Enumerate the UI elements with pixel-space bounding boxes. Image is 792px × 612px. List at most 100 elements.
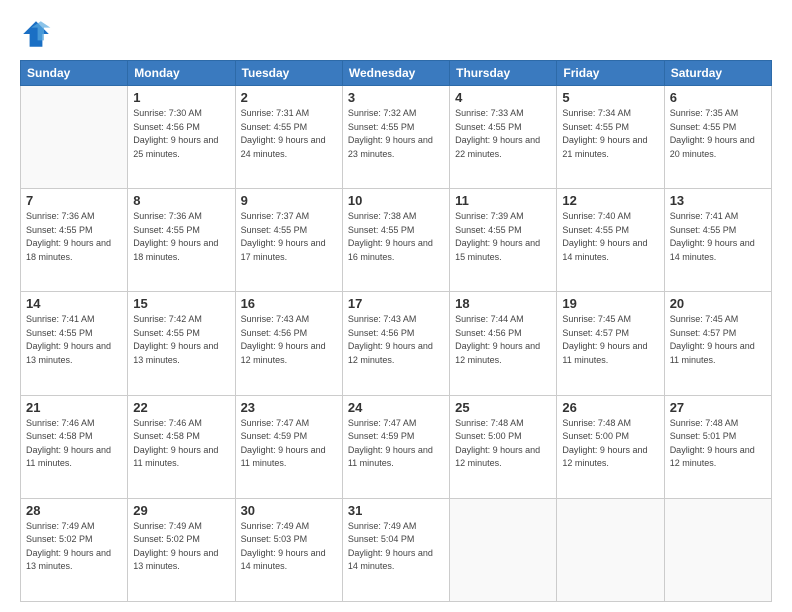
day-header-tuesday: Tuesday [235,61,342,86]
day-info: Sunrise: 7:44 AMSunset: 4:56 PMDaylight:… [455,313,551,367]
day-info: Sunrise: 7:48 AMSunset: 5:01 PMDaylight:… [670,417,766,471]
day-info: Sunrise: 7:36 AMSunset: 4:55 PMDaylight:… [26,210,122,264]
day-cell: 23Sunrise: 7:47 AMSunset: 4:59 PMDayligh… [235,395,342,498]
day-info: Sunrise: 7:41 AMSunset: 4:55 PMDaylight:… [26,313,122,367]
day-number: 7 [26,193,122,208]
logo [20,18,56,50]
day-cell: 14 Sunrise: 7:41 AMSunset: 4:55 PMDayligh… [21,292,128,395]
day-cell: 16 Sunrise: 7:43 AMSunset: 4:56 PMDayligh… [235,292,342,395]
week-row-2: 7 Sunrise: 7:36 AMSunset: 4:55 PMDaylight… [21,189,772,292]
day-info: Sunrise: 7:49 AMSunset: 5:03 PMDaylight:… [241,520,337,574]
header-row: SundayMondayTuesdayWednesdayThursdayFrid… [21,61,772,86]
week-row-1: 1 Sunrise: 7:30 AMSunset: 4:56 PMDaylight… [21,86,772,189]
day-info: Sunrise: 7:31 AMSunset: 4:55 PMDaylight:… [241,107,337,161]
day-number: 29 [133,503,229,518]
day-info: Sunrise: 7:32 AMSunset: 4:55 PMDaylight:… [348,107,444,161]
day-cell: 31 Sunrise: 7:49 AMSunset: 5:04 PMDayligh… [342,498,449,601]
day-number: 8 [133,193,229,208]
day-header-saturday: Saturday [664,61,771,86]
day-number: 20 [670,296,766,311]
day-header-wednesday: Wednesday [342,61,449,86]
day-cell: 3 Sunrise: 7:32 AMSunset: 4:55 PMDaylight… [342,86,449,189]
day-number: 31 [348,503,444,518]
day-info: Sunrise: 7:46 AMSunset: 4:58 PMDaylight:… [26,417,122,471]
day-number: 25 [455,400,551,415]
day-info: Sunrise: 7:37 AMSunset: 4:55 PMDaylight:… [241,210,337,264]
day-cell: 12 Sunrise: 7:40 AMSunset: 4:55 PMDayligh… [557,189,664,292]
day-info: Sunrise: 7:40 AMSunset: 4:55 PMDaylight:… [562,210,658,264]
day-number: 15 [133,296,229,311]
day-cell [664,498,771,601]
day-cell [450,498,557,601]
day-cell: 17Sunrise: 7:43 AMSunset: 4:56 PMDayligh… [342,292,449,395]
day-number: 10 [348,193,444,208]
day-number: 13 [670,193,766,208]
day-header-monday: Monday [128,61,235,86]
day-info: Sunrise: 7:45 AMSunset: 4:57 PMDaylight:… [562,313,658,367]
day-number: 26 [562,400,658,415]
day-number: 11 [455,193,551,208]
page: SundayMondayTuesdayWednesdayThursdayFrid… [0,0,792,612]
day-cell: 20 Sunrise: 7:45 AMSunset: 4:57 PMDayligh… [664,292,771,395]
day-info: Sunrise: 7:38 AMSunset: 4:55 PMDaylight:… [348,210,444,264]
day-number: 5 [562,90,658,105]
day-cell: 7 Sunrise: 7:36 AMSunset: 4:55 PMDaylight… [21,189,128,292]
day-number: 12 [562,193,658,208]
day-cell: 4Sunrise: 7:33 AMSunset: 4:55 PMDaylight… [450,86,557,189]
day-cell [21,86,128,189]
day-number: 1 [133,90,229,105]
day-number: 24 [348,400,444,415]
day-cell: 15 Sunrise: 7:42 AMSunset: 4:55 PMDayligh… [128,292,235,395]
day-cell: 11 Sunrise: 7:39 AMSunset: 4:55 PMDayligh… [450,189,557,292]
day-info: Sunrise: 7:30 AMSunset: 4:56 PMDaylight:… [133,107,229,161]
day-number: 30 [241,503,337,518]
day-info: Sunrise: 7:45 AMSunset: 4:57 PMDaylight:… [670,313,766,367]
week-row-5: 28 Sunrise: 7:49 AMSunset: 5:02 PMDayligh… [21,498,772,601]
day-info: Sunrise: 7:48 AMSunset: 5:00 PMDaylight:… [562,417,658,471]
week-row-4: 21Sunrise: 7:46 AMSunset: 4:58 PMDayligh… [21,395,772,498]
logo-icon [20,18,52,50]
day-cell: 26 Sunrise: 7:48 AMSunset: 5:00 PMDayligh… [557,395,664,498]
day-info: Sunrise: 7:39 AMSunset: 4:55 PMDaylight:… [455,210,551,264]
day-cell: 6 Sunrise: 7:35 AMSunset: 4:55 PMDaylight… [664,86,771,189]
day-cell: 27 Sunrise: 7:48 AMSunset: 5:01 PMDayligh… [664,395,771,498]
day-info: Sunrise: 7:35 AMSunset: 4:55 PMDaylight:… [670,107,766,161]
day-number: 14 [26,296,122,311]
day-number: 16 [241,296,337,311]
day-cell: 9 Sunrise: 7:37 AMSunset: 4:55 PMDaylight… [235,189,342,292]
day-cell: 29 Sunrise: 7:49 AMSunset: 5:02 PMDayligh… [128,498,235,601]
day-cell: 28Sunrise: 7:49 AMSunset: 5:02 PMDayligh… [21,498,128,601]
day-cell: 2 Sunrise: 7:31 AMSunset: 4:55 PMDaylight… [235,86,342,189]
day-info: Sunrise: 7:47 AMSunset: 4:59 PMDaylight:… [348,417,444,471]
day-info: Sunrise: 7:41 AMSunset: 4:55 PMDaylight:… [670,210,766,264]
day-info: Sunrise: 7:46 AMSunset: 4:58 PMDaylight:… [133,417,229,471]
day-number: 17 [348,296,444,311]
day-info: Sunrise: 7:43 AMSunset: 4:56 PMDaylight:… [241,313,337,367]
day-cell: 22 Sunrise: 7:46 AMSunset: 4:58 PMDayligh… [128,395,235,498]
day-cell: 1 Sunrise: 7:30 AMSunset: 4:56 PMDaylight… [128,86,235,189]
day-number: 3 [348,90,444,105]
day-cell: 13 Sunrise: 7:41 AMSunset: 4:55 PMDayligh… [664,189,771,292]
day-cell [557,498,664,601]
day-number: 2 [241,90,337,105]
day-cell: 10 Sunrise: 7:38 AMSunset: 4:55 PMDayligh… [342,189,449,292]
header [20,18,772,50]
week-row-3: 14 Sunrise: 7:41 AMSunset: 4:55 PMDayligh… [21,292,772,395]
day-number: 6 [670,90,766,105]
day-cell: 18Sunrise: 7:44 AMSunset: 4:56 PMDayligh… [450,292,557,395]
day-number: 19 [562,296,658,311]
day-cell: 21Sunrise: 7:46 AMSunset: 4:58 PMDayligh… [21,395,128,498]
day-info: Sunrise: 7:36 AMSunset: 4:55 PMDaylight:… [133,210,229,264]
day-info: Sunrise: 7:49 AMSunset: 5:02 PMDaylight:… [133,520,229,574]
day-info: Sunrise: 7:49 AMSunset: 5:04 PMDaylight:… [348,520,444,574]
day-cell: 19 Sunrise: 7:45 AMSunset: 4:57 PMDayligh… [557,292,664,395]
day-number: 22 [133,400,229,415]
day-number: 9 [241,193,337,208]
day-info: Sunrise: 7:47 AMSunset: 4:59 PMDaylight:… [241,417,337,471]
day-cell: 5Sunrise: 7:34 AMSunset: 4:55 PMDaylight… [557,86,664,189]
day-number: 27 [670,400,766,415]
day-number: 4 [455,90,551,105]
day-info: Sunrise: 7:42 AMSunset: 4:55 PMDaylight:… [133,313,229,367]
calendar: SundayMondayTuesdayWednesdayThursdayFrid… [20,60,772,602]
day-number: 28 [26,503,122,518]
